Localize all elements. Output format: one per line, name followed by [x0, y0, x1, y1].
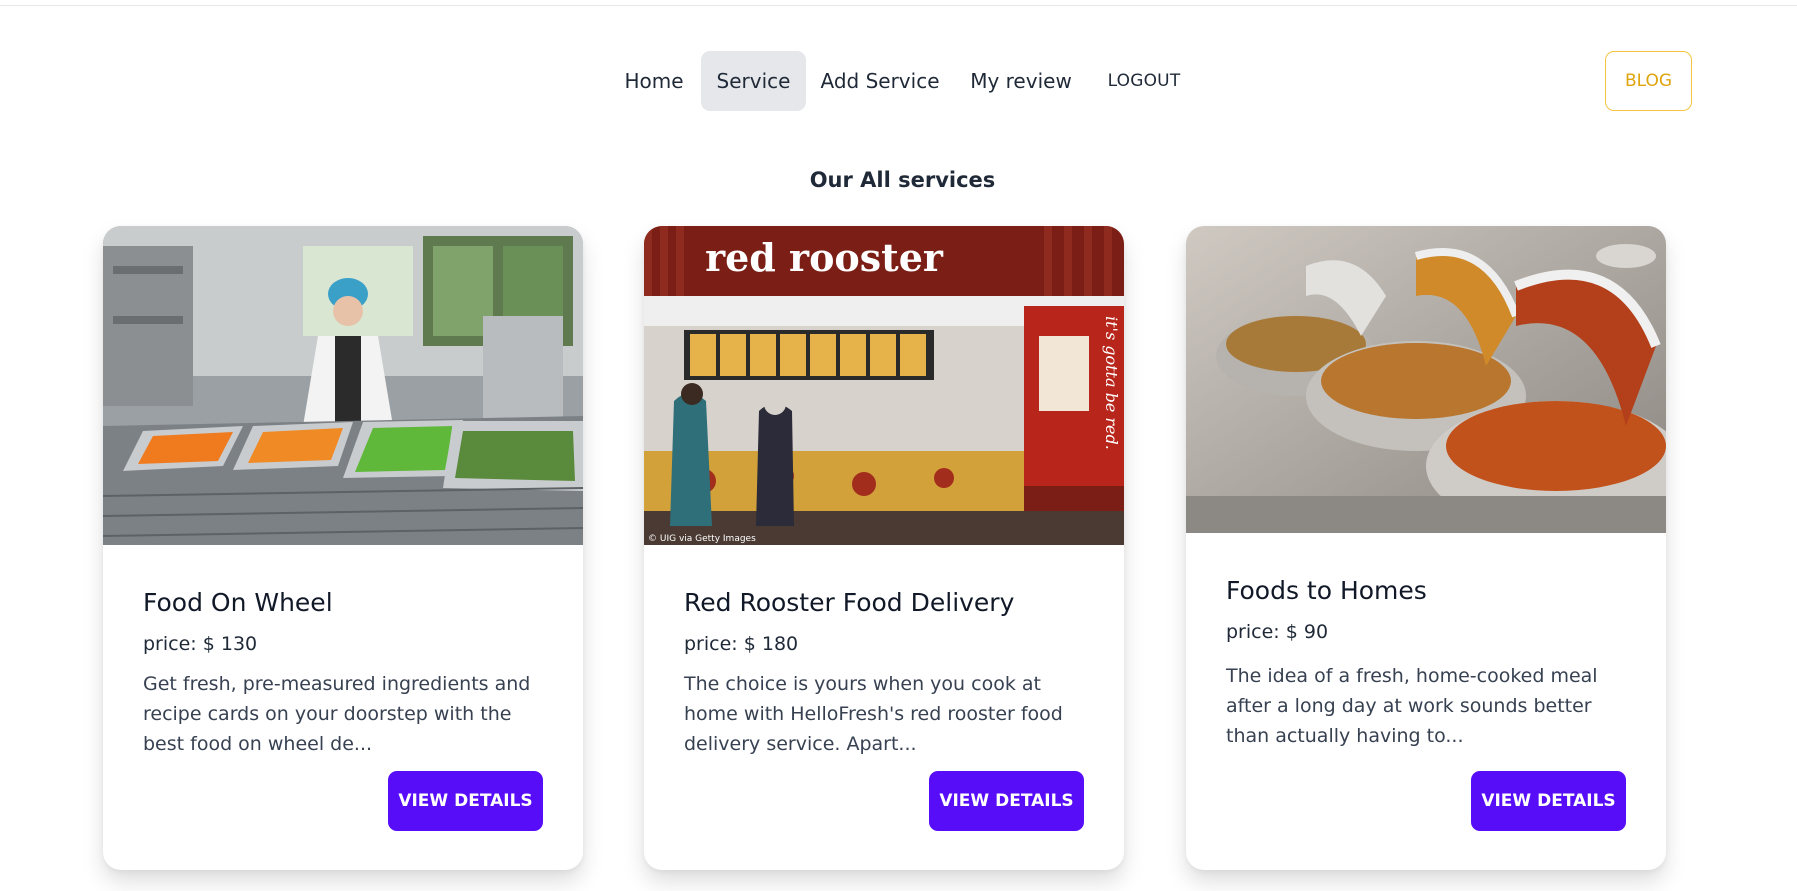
card-body: Food On Wheel price: $ 130 Get fresh, pr…: [143, 587, 543, 759]
nav-my-review[interactable]: My review: [962, 51, 1080, 111]
wall-slogan-text: it's gotta be red.: [1102, 316, 1121, 450]
service-description: The idea of a fresh, home-cooked meal af…: [1226, 665, 1598, 747]
red-rooster-sign-text: red rooster: [705, 235, 944, 280]
service-card: Foods to Homes price: $ 90 The idea of a…: [1186, 226, 1666, 870]
service-price: price: $ 180: [684, 633, 799, 655]
service-image-kitchen: [103, 226, 583, 545]
service-image-red-rooster: red rooster it's gotta be red. © UIG via…: [644, 226, 1124, 545]
blog-button[interactable]: BLOG: [1605, 51, 1692, 111]
view-details-button[interactable]: VIEW DETAILS: [388, 771, 543, 831]
service-card: red rooster it's gotta be red. © UIG via…: [644, 226, 1124, 870]
service-description: The choice is yours when you cook at hom…: [684, 673, 1063, 755]
section-title: Our All services: [809, 168, 996, 192]
service-image-buffet: [1186, 226, 1666, 533]
service-card: Food On Wheel price: $ 130 Get fresh, pr…: [103, 226, 583, 870]
top-divider: [0, 5, 1797, 6]
view-details-button[interactable]: VIEW DETAILS: [929, 771, 1084, 831]
image-credit-text: © UIG via Getty Images: [648, 534, 756, 544]
nav-service[interactable]: Service: [701, 51, 806, 111]
view-details-button[interactable]: VIEW DETAILS: [1471, 771, 1626, 831]
nav-add-service[interactable]: Add Service: [815, 51, 945, 111]
service-title: Food On Wheel: [143, 588, 333, 617]
card-body: Red Rooster Food Delivery price: $ 180 T…: [684, 587, 1084, 759]
service-title: Red Rooster Food Delivery: [684, 588, 1015, 617]
service-price: price: $ 90: [1226, 621, 1329, 643]
service-description: Get fresh, pre-measured ingredients and …: [143, 673, 531, 755]
main-nav: Home Service Add Service My review LOGOU…: [0, 51, 1797, 111]
nav-logout[interactable]: LOGOUT: [1096, 51, 1192, 111]
service-title: Foods to Homes: [1226, 576, 1427, 605]
card-body: Foods to Homes price: $ 90 The idea of a…: [1226, 575, 1626, 751]
service-price: price: $ 130: [143, 633, 258, 655]
nav-home[interactable]: Home: [614, 51, 694, 111]
